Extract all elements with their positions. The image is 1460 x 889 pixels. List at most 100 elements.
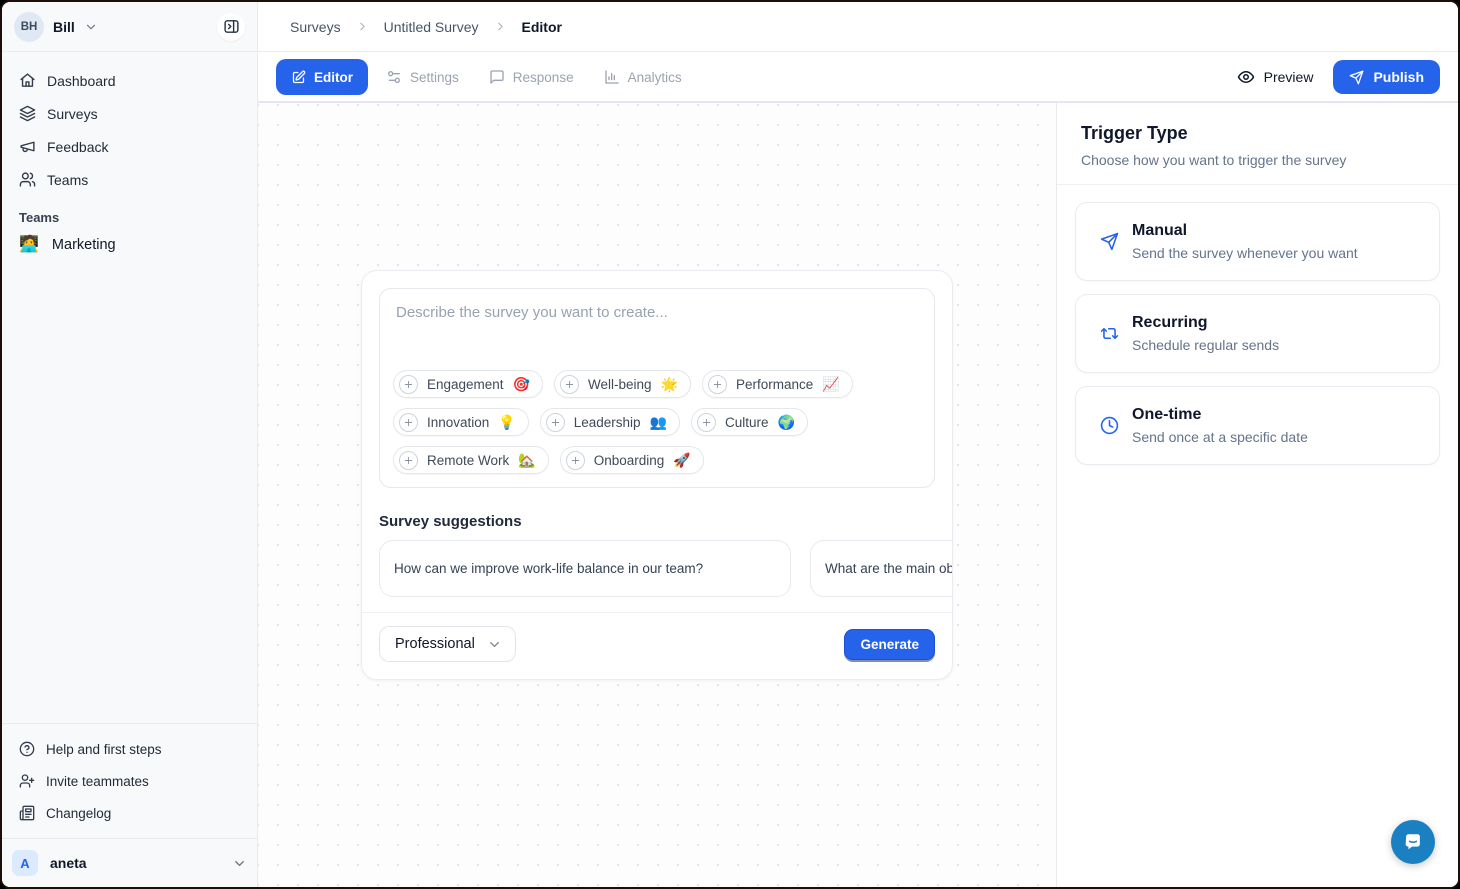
dart-emoji-icon: 🎯 bbox=[513, 377, 530, 391]
chip-culture[interactable]: Culture🌍 bbox=[691, 408, 808, 436]
message-icon bbox=[489, 69, 505, 85]
chevron-down-icon bbox=[232, 856, 247, 871]
chevron-down-icon bbox=[487, 637, 502, 652]
sidebar-item-teams[interactable]: Teams bbox=[10, 163, 249, 196]
sidebar-footer-nav: Help and first steps Invite teammates Ch… bbox=[2, 723, 257, 833]
trigger-option-one-time[interactable]: One-time Send once at a specific date bbox=[1075, 386, 1440, 465]
sidebar-item-label: Teams bbox=[47, 172, 88, 188]
breadcrumb-untitled-survey[interactable]: Untitled Survey bbox=[384, 19, 479, 35]
chip-remote-work[interactable]: Remote Work🏡 bbox=[393, 446, 549, 474]
preview-button[interactable]: Preview bbox=[1229, 62, 1322, 92]
sidebar-nav: Dashboard Surveys Feedback Teams Teams 🧑… bbox=[2, 52, 257, 260]
chat-widget-button[interactable] bbox=[1391, 820, 1435, 864]
breadcrumb-surveys[interactable]: Surveys bbox=[290, 19, 341, 35]
help-circle-icon bbox=[19, 741, 35, 757]
avatar: BH bbox=[14, 12, 44, 42]
trigger-options: Manual Send the survey whenever you want… bbox=[1057, 185, 1458, 482]
account-menu[interactable]: A aneta bbox=[2, 838, 257, 887]
avatar: A bbox=[12, 850, 38, 876]
workspace-switcher[interactable]: BH Bill bbox=[14, 12, 98, 42]
chip-leadership[interactable]: Leadership👥 bbox=[540, 408, 680, 436]
technologist-emoji-icon: 🧑‍💻 bbox=[19, 237, 39, 253]
tab-response[interactable]: Response bbox=[477, 59, 586, 95]
publish-button[interactable]: Publish bbox=[1333, 60, 1440, 94]
sidebar-item-label: Changelog bbox=[46, 806, 111, 821]
sidebar-item-label: Help and first steps bbox=[46, 742, 162, 757]
chart-emoji-icon: 📈 bbox=[822, 377, 839, 391]
layers-icon bbox=[19, 105, 36, 122]
editor-canvas[interactable]: Engagement🎯 Well-being🌟 Performance📈 bbox=[258, 103, 1056, 887]
trigger-type-panel: Trigger Type Choose how you want to trig… bbox=[1056, 103, 1458, 887]
survey-suggestions-title: Survey suggestions bbox=[379, 513, 935, 530]
sidebar-item-team-marketing[interactable]: 🧑‍💻 Marketing bbox=[10, 230, 249, 260]
sidebar-item-help[interactable]: Help and first steps bbox=[10, 733, 249, 765]
chat-bubble-icon bbox=[1402, 831, 1424, 853]
app-window: BH Bill Dashboard Surveys Feedback bbox=[0, 0, 1460, 889]
star-emoji-icon: 🌟 bbox=[661, 377, 678, 391]
teams-section-label: Teams bbox=[10, 196, 249, 230]
option-description: Send the survey whenever you want bbox=[1132, 245, 1358, 261]
newspaper-icon bbox=[19, 805, 35, 821]
send-icon bbox=[1100, 232, 1119, 251]
panel-subtitle: Choose how you want to trigger the surve… bbox=[1081, 152, 1434, 168]
suggestion-card[interactable]: How can we improve work-life balance in … bbox=[379, 540, 791, 597]
workspace-name: Bill bbox=[53, 19, 75, 35]
sidebar-item-feedback[interactable]: Feedback bbox=[10, 130, 249, 163]
option-title: One-time bbox=[1132, 406, 1308, 424]
tab-analytics[interactable]: Analytics bbox=[592, 59, 694, 95]
option-title: Manual bbox=[1132, 222, 1358, 240]
home-icon bbox=[19, 72, 36, 89]
plus-icon bbox=[399, 413, 418, 432]
sidebar-spacer bbox=[2, 260, 257, 723]
clock-icon bbox=[1100, 416, 1119, 435]
panel-toggle-icon bbox=[223, 18, 240, 35]
option-title: Recurring bbox=[1132, 314, 1279, 332]
eye-icon bbox=[1237, 68, 1255, 86]
tone-select[interactable]: Professional bbox=[379, 626, 516, 662]
megaphone-icon bbox=[19, 138, 36, 155]
tab-settings[interactable]: Settings bbox=[374, 59, 471, 95]
option-description: Send once at a specific date bbox=[1132, 429, 1308, 445]
composer-footer: Professional Generate bbox=[362, 612, 952, 679]
sidebar-item-changelog[interactable]: Changelog bbox=[10, 797, 249, 829]
chip-onboarding[interactable]: Onboarding🚀 bbox=[560, 446, 704, 474]
plus-icon bbox=[399, 451, 418, 470]
survey-description-input[interactable] bbox=[380, 289, 934, 370]
sidebar-item-dashboard[interactable]: Dashboard bbox=[10, 64, 249, 97]
plus-icon bbox=[560, 375, 579, 394]
prompt-box: Engagement🎯 Well-being🌟 Performance📈 bbox=[379, 288, 935, 488]
trigger-option-manual[interactable]: Manual Send the survey whenever you want bbox=[1075, 202, 1440, 281]
chip-engagement[interactable]: Engagement🎯 bbox=[393, 370, 543, 398]
sidebar: BH Bill Dashboard Surveys Feedback bbox=[2, 2, 258, 887]
users-icon bbox=[19, 171, 36, 188]
chip-innovation[interactable]: Innovation💡 bbox=[393, 408, 529, 436]
toolbar-actions: Preview Publish bbox=[1229, 60, 1440, 94]
chevron-right-icon bbox=[356, 20, 369, 33]
trigger-option-recurring[interactable]: Recurring Schedule regular sends bbox=[1075, 294, 1440, 373]
sidebar-item-invite-teammates[interactable]: Invite teammates bbox=[10, 765, 249, 797]
team-name: Marketing bbox=[52, 237, 116, 253]
panel-title: Trigger Type bbox=[1081, 123, 1434, 144]
sidebar-header: BH Bill bbox=[2, 2, 257, 52]
sidebar-item-label: Surveys bbox=[47, 106, 98, 122]
breadcrumb: Surveys Untitled Survey Editor bbox=[258, 2, 1458, 52]
bulb-emoji-icon: 💡 bbox=[498, 415, 515, 429]
chip-well-being[interactable]: Well-being🌟 bbox=[554, 370, 691, 398]
plus-icon bbox=[399, 375, 418, 394]
suggestion-card[interactable]: What are the main ob bbox=[810, 540, 953, 597]
user-plus-icon bbox=[19, 773, 35, 789]
collapse-sidebar-button[interactable] bbox=[217, 13, 245, 41]
send-icon bbox=[1349, 70, 1364, 85]
generate-button[interactable]: Generate bbox=[844, 629, 935, 660]
tab-editor[interactable]: Editor bbox=[276, 59, 368, 95]
trigger-panel-header: Trigger Type Choose how you want to trig… bbox=[1057, 103, 1458, 185]
account-name: aneta bbox=[50, 855, 87, 871]
sidebar-item-surveys[interactable]: Surveys bbox=[10, 97, 249, 130]
main-area: Surveys Untitled Survey Editor Editor Se… bbox=[258, 2, 1458, 887]
topic-chips: Engagement🎯 Well-being🌟 Performance📈 bbox=[380, 370, 934, 487]
plus-icon bbox=[566, 451, 585, 470]
people-emoji-icon: 👥 bbox=[650, 415, 667, 429]
plus-icon bbox=[708, 375, 727, 394]
chip-performance[interactable]: Performance📈 bbox=[702, 370, 853, 398]
tone-value: Professional bbox=[395, 636, 475, 652]
